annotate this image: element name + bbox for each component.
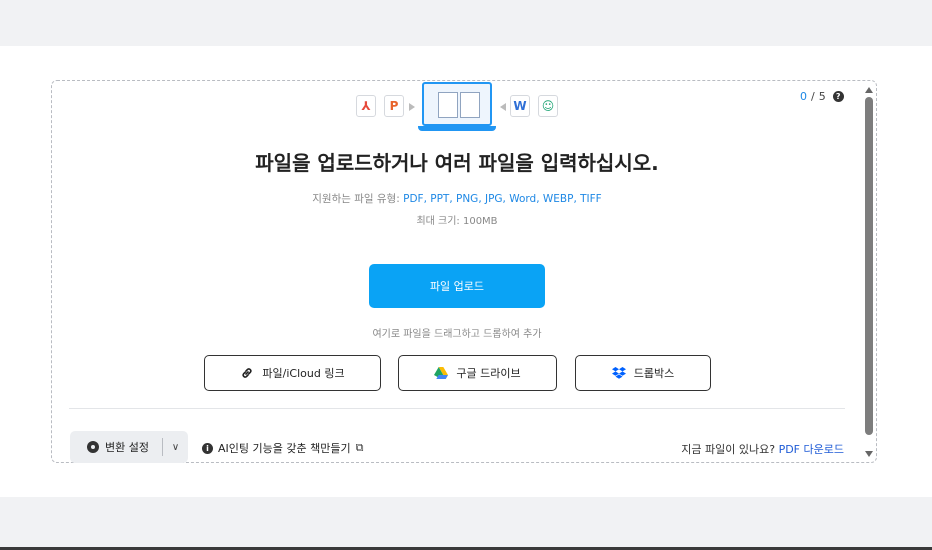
upload-headline: 파일을 업로드하거나 여러 파일을 입력하십시오. bbox=[255, 151, 659, 175]
help-icon[interactable]: ? bbox=[832, 91, 844, 102]
google-drive-label: 구글 드라이브 bbox=[456, 367, 521, 380]
file-count-separator: / bbox=[811, 90, 815, 103]
external-link-icon: ⧉ bbox=[355, 441, 364, 454]
pdf-format-icon: ⅄ bbox=[356, 95, 376, 117]
supported-types-label: 지원하는 파일 유형: bbox=[312, 193, 404, 205]
file-link-button[interactable]: 파일/iCloud 링크 bbox=[204, 355, 381, 391]
upload-file-button[interactable]: 파일 업로드 bbox=[369, 264, 545, 308]
supported-types-list: PDF, PPT, PNG, JPG, Word, WEBP, TIFF bbox=[403, 193, 602, 205]
supported-types: 지원하는 파일 유형: PDF, PPT, PNG, JPG, Word, WE… bbox=[0, 191, 914, 206]
download-hint-text: 지금 파일이 있나요? bbox=[681, 443, 779, 456]
gear-icon bbox=[87, 441, 99, 453]
chevron-down-icon[interactable]: ∨ bbox=[163, 442, 188, 453]
image-format-icon: ☺ bbox=[538, 95, 558, 117]
bottom-background-band bbox=[0, 497, 932, 550]
pdf-download-link[interactable]: PDF 다운로드 bbox=[779, 443, 844, 456]
file-count-current: 0 bbox=[800, 90, 807, 103]
scrollbar[interactable] bbox=[864, 87, 874, 459]
scroll-down-icon[interactable] bbox=[865, 451, 873, 457]
dropbox-button[interactable]: 드롭박스 bbox=[575, 355, 711, 391]
laptop-icon bbox=[418, 82, 496, 132]
top-background-band bbox=[0, 0, 932, 46]
link-icon bbox=[240, 366, 254, 380]
conversion-settings-label: 변환 설정 bbox=[105, 441, 149, 454]
arrow-right-icon bbox=[409, 103, 415, 111]
google-drive-icon bbox=[434, 366, 449, 380]
drag-drop-hint: 여기로 파일을 드래그하고 드롭하여 추가 bbox=[372, 329, 542, 340]
ai-book-link[interactable]: i AI인팅 기능을 갖춘 책만들기 ⧉ bbox=[202, 440, 363, 456]
google-drive-button[interactable]: 구글 드라이브 bbox=[398, 355, 557, 391]
ppt-format-icon: P bbox=[384, 95, 404, 117]
file-counter: 0 / 5 ? bbox=[800, 90, 844, 103]
conversion-settings: 변환 설정 ∨ bbox=[70, 431, 188, 463]
arrow-left-icon bbox=[500, 103, 506, 111]
dropbox-label: 드롭박스 bbox=[633, 367, 675, 380]
dropbox-icon bbox=[611, 366, 626, 380]
max-size-text: 최대 크기: 100MB bbox=[416, 216, 498, 227]
download-hint: 지금 파일이 있나요? PDF 다운로드 bbox=[681, 441, 844, 457]
section-divider bbox=[69, 408, 845, 409]
file-link-label: 파일/iCloud 링크 bbox=[262, 367, 345, 380]
conversion-settings-button[interactable]: 변환 설정 bbox=[70, 439, 162, 455]
format-illustration: ⅄ P W ☺ bbox=[355, 82, 565, 132]
ai-book-label: AI인팅 기능을 갖춘 책만들기 bbox=[218, 442, 351, 455]
scroll-up-icon[interactable] bbox=[865, 87, 873, 93]
file-count-max: 5 bbox=[818, 90, 826, 103]
info-icon: i bbox=[202, 442, 213, 454]
word-format-icon: W bbox=[510, 95, 530, 117]
